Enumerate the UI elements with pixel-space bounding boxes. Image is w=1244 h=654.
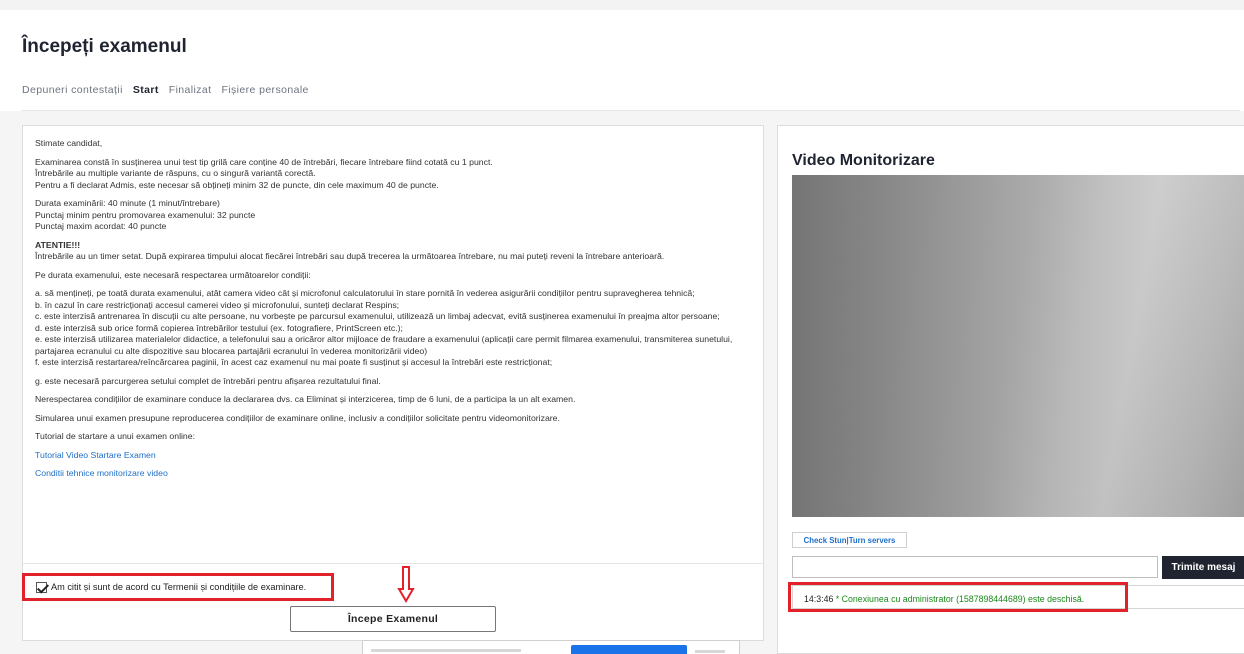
instructions-text: Stimate candidat, Examinarea constă în s… — [35, 138, 753, 487]
penalty-text: Nerespectarea condițiilor de examinare c… — [35, 394, 576, 404]
cookie-popup — [362, 640, 740, 654]
card-divider — [23, 563, 763, 564]
instructions-card: Stimate candidat, Examinarea constă în s… — [22, 125, 764, 641]
top-band — [0, 0, 1244, 10]
popup-dismiss-link[interactable] — [695, 650, 725, 653]
attention-title: ATENTIE!!! — [35, 239, 81, 250]
agreement-label: Am citit și sunt de acord cu Termenii și… — [51, 582, 307, 592]
conditions-list: a. să mențineți, pe toată durata examenu… — [35, 288, 733, 367]
start-exam-button[interactable]: Începe Examenul — [290, 606, 496, 632]
intro-paragraph: Examinarea constă în susținerea unui tes… — [35, 156, 493, 190]
tutorial-video-link[interactable]: Tutorial Video Startare Examen — [35, 450, 156, 460]
log-time: 14:3:46 — [804, 594, 834, 604]
tutorial-intro: Tutorial de startare a unui examen onlin… — [35, 431, 196, 441]
check-servers-button[interactable]: Check Stun|Turn servers — [792, 532, 907, 548]
popup-text-placeholder — [371, 649, 521, 652]
exam-details: Durata examinării: 40 minute (1 minut/în… — [35, 198, 256, 231]
popup-accept-button[interactable] — [571, 645, 687, 654]
send-message-button[interactable]: Trimite mesaj — [1162, 556, 1244, 579]
simulation-text: Simularea unui examen presupune reproduc… — [35, 412, 560, 423]
log-message: * Conexiunea cu administrator (158789844… — [833, 594, 1085, 604]
attention-text: Întrebările au un timer setat. După expi… — [35, 251, 665, 261]
greeting: Stimate candidat, — [35, 138, 103, 148]
page-title: Începeți examenul — [22, 36, 187, 57]
log-entry: 14:3:46 * Conexiunea cu administrator (1… — [804, 594, 1084, 604]
webcam-video — [792, 175, 1244, 517]
video-monitoring-title: Video Monitorizare — [792, 152, 935, 169]
video-monitoring-card: Video Monitorizare Check Stun|Turn serve… — [777, 125, 1244, 654]
agreement-checkbox[interactable] — [36, 581, 47, 593]
message-input[interactable] — [792, 556, 1158, 578]
agreement-row[interactable]: Am citit și sunt de acord cu Termenii și… — [22, 573, 334, 601]
attention-block: ATENTIE!!! Întrebările au un timer setat… — [35, 240, 753, 263]
condition-g: g. este necesară parcurgerea setului com… — [35, 375, 381, 386]
arrow-down-icon — [397, 566, 415, 603]
video-conditions-link[interactable]: Conditii tehnice monitorizare video — [35, 468, 168, 478]
conditions-intro: Pe durata examenului, este necesară resp… — [35, 269, 311, 280]
